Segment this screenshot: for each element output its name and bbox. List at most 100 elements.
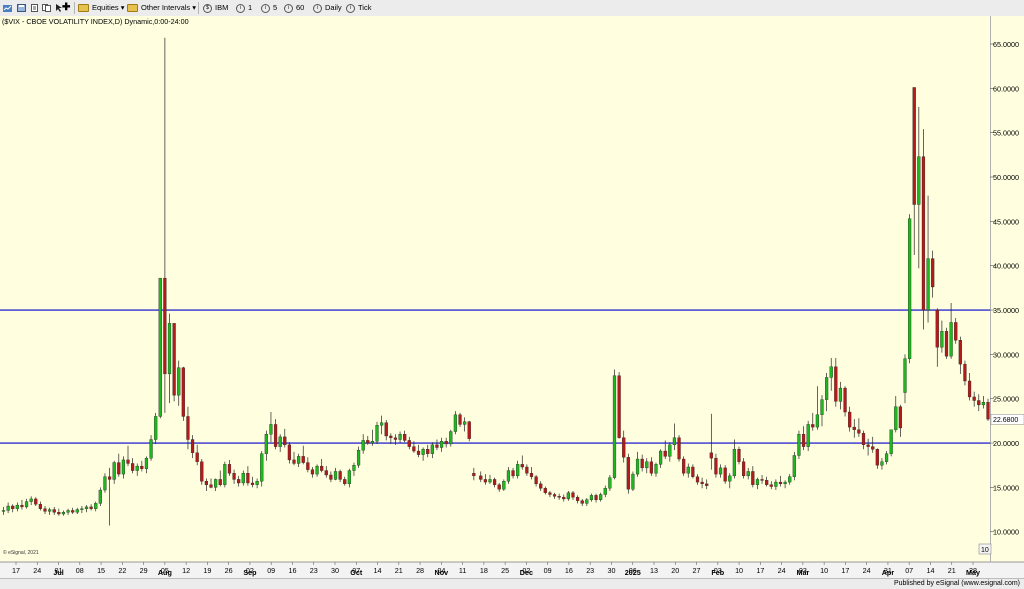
month-label: Nov	[435, 568, 449, 577]
candle-body	[986, 402, 990, 420]
candle-body	[746, 471, 750, 477]
price-tag: 22.6800	[990, 414, 1024, 425]
candle-body	[98, 489, 102, 504]
candle-body	[347, 470, 351, 485]
candle-body	[682, 458, 686, 474]
candle-body	[333, 471, 338, 480]
x-tick-label: 14	[926, 566, 934, 575]
chart-area: 10.0000 15.0000 20.0000 25.0000 30.0000 35.00…	[0, 16, 1024, 578]
candle-body	[801, 434, 806, 447]
candle-body	[458, 414, 462, 425]
month-label: 2025	[625, 568, 641, 577]
interval-1-label: 1	[248, 3, 253, 12]
x-tick-label: 22	[118, 566, 126, 575]
candle-body	[186, 416, 190, 440]
candle-body	[940, 331, 944, 348]
candle-body	[502, 481, 506, 490]
add-icon[interactable]: ✚	[62, 2, 70, 14]
candle	[617, 372, 621, 439]
candle-body	[755, 479, 760, 485]
x-tick-label: 10	[735, 566, 743, 575]
candle-body	[223, 464, 227, 485]
interval-5-button[interactable]: i5	[261, 2, 277, 14]
candle-body	[172, 323, 176, 396]
candle-body	[356, 449, 361, 466]
candle	[98, 487, 102, 507]
candle-body	[384, 422, 388, 437]
candle-body	[875, 449, 879, 466]
candle-body	[520, 464, 524, 468]
candle-body	[811, 424, 815, 428]
ibm-button[interactable]: $ IBM	[203, 2, 228, 14]
candle-body	[635, 458, 640, 475]
y-tick-label: 50.0000	[993, 173, 1019, 182]
candle-body	[894, 406, 898, 430]
vix-chart[interactable]: 10.0000 15.0000 20.0000 25.0000 30.0000 35.00…	[0, 16, 1024, 578]
scale-button[interactable]: 10	[978, 543, 992, 555]
candle	[908, 214, 912, 364]
page-icon[interactable]	[30, 2, 39, 14]
candle-body	[977, 400, 981, 406]
candle-body	[848, 411, 852, 428]
copy-icon[interactable]	[42, 2, 51, 14]
candle-body	[467, 421, 471, 439]
candle-body	[958, 340, 962, 365]
candle-body	[181, 367, 185, 417]
candle-body	[38, 504, 42, 509]
candle-body	[329, 474, 333, 480]
ibm-label: IBM	[215, 3, 229, 12]
candle-body	[589, 495, 594, 500]
candle-body	[967, 380, 972, 398]
candle-body	[343, 479, 347, 485]
candle-body	[479, 475, 483, 480]
candle-body	[278, 436, 282, 447]
x-tick-label: 09	[267, 566, 275, 575]
candle-body	[426, 449, 430, 454]
candle-body	[177, 367, 181, 396]
candle-body	[107, 476, 112, 480]
candle-body	[190, 439, 195, 453]
candle-body	[765, 480, 769, 485]
candle-body	[741, 461, 746, 477]
candle-body	[260, 453, 264, 482]
save-icon[interactable]	[17, 2, 26, 14]
candle-body	[700, 481, 704, 485]
interval-60-label: 60	[296, 3, 305, 12]
candle-body	[820, 399, 824, 415]
x-tick-label: 30	[331, 566, 339, 575]
y-tick-label: 45.0000	[993, 217, 1019, 226]
tick-button[interactable]: i Tick	[346, 2, 371, 14]
y-tick-label: 55.0000	[993, 129, 1019, 138]
equities-menu[interactable]: Equities ▾	[78, 2, 125, 14]
candle-body	[370, 441, 375, 444]
candle-body	[539, 483, 543, 489]
candle-body	[599, 494, 603, 500]
x-tick-label: 18	[480, 566, 488, 575]
daily-button[interactable]: i Daily	[313, 2, 342, 14]
candle-body	[89, 506, 93, 509]
candle-body	[283, 436, 287, 446]
candle-body	[34, 498, 38, 505]
x-tick-label: 24	[33, 566, 41, 575]
candle-body	[903, 358, 907, 393]
candle-body	[6, 505, 10, 511]
candle-body	[783, 481, 787, 485]
candle-body	[695, 476, 700, 483]
y-tick-label: 25.0000	[993, 395, 1019, 404]
candle-body	[691, 466, 695, 477]
interval-1-button[interactable]: i1	[236, 2, 252, 14]
candle-body	[29, 498, 33, 502]
candle-body	[43, 508, 47, 512]
candle	[843, 386, 847, 417]
y-tick-label: 20.0000	[993, 439, 1019, 448]
candle-body	[728, 475, 732, 482]
month-label: Feb	[711, 568, 724, 577]
chart-icon[interactable]	[3, 2, 12, 14]
other-intervals-menu[interactable]: Other Intervals ▾	[127, 2, 196, 14]
candle-body	[246, 473, 250, 484]
interval-60-button[interactable]: i 60	[284, 2, 304, 14]
candle-body	[774, 481, 778, 487]
candle-body	[585, 499, 589, 504]
x-tick-label: 15	[97, 566, 105, 575]
candle-body	[195, 452, 199, 462]
